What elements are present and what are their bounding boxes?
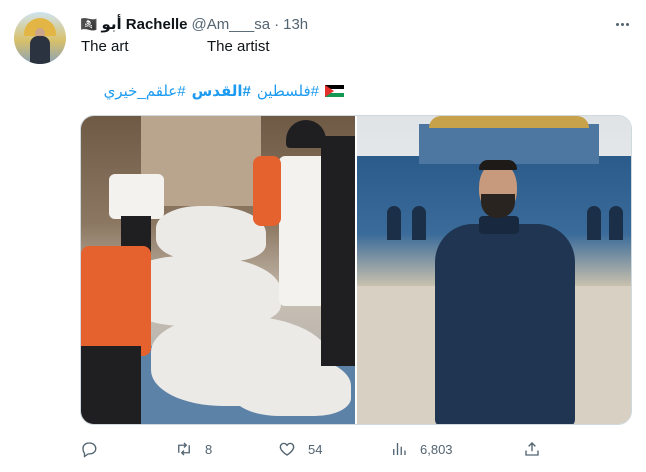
reply-button[interactable]	[80, 440, 110, 458]
action-bar: 8 54 6,803	[0, 440, 646, 462]
tweet-text-artist: The artist	[207, 38, 270, 55]
more-options-icon[interactable]	[612, 14, 632, 34]
views-icon	[393, 443, 406, 455]
media-grid	[80, 115, 632, 425]
timestamp[interactable]: 13h	[283, 16, 308, 33]
heart-icon	[279, 442, 295, 456]
hashtag-line: #فلسطين #القدس #علقم_خيري	[80, 80, 344, 102]
display-name[interactable]: أبو Rachelle	[101, 15, 187, 33]
share-button[interactable]	[523, 440, 553, 458]
avatar[interactable]	[14, 12, 66, 64]
palestine-flag-icon	[325, 84, 344, 98]
views-button[interactable]: 6,803	[390, 440, 453, 458]
reply-icon	[82, 442, 97, 458]
hashtag-alqam-khairi[interactable]: #علقم_خيري	[104, 82, 186, 100]
skull-crossbones-icon: 🏴‍☠️	[80, 15, 98, 32]
dot-separator: ·	[274, 15, 280, 33]
like-button[interactable]: 54	[278, 440, 322, 458]
retweet-button[interactable]: 8	[175, 440, 212, 458]
media-image-left[interactable]	[81, 116, 355, 424]
hashtag-palestine[interactable]: #فلسطين	[257, 82, 319, 100]
media-image-right[interactable]	[357, 116, 631, 424]
tweet-header: 🏴‍☠️ أبو Rachelle @Am___sa · 13h	[80, 14, 308, 34]
hashtag-quds[interactable]: #القدس	[192, 82, 251, 100]
like-count: 54	[308, 441, 323, 457]
share-icon	[525, 442, 539, 456]
tweet-text-art: The art	[81, 38, 129, 55]
avatar-person	[30, 36, 50, 64]
views-count: 6,803	[420, 441, 453, 457]
retweet-icon	[178, 442, 190, 456]
tweet[interactable]: 🏴‍☠️ أبو Rachelle @Am___sa · 13h The art…	[0, 0, 646, 472]
retweet-count: 8	[205, 441, 213, 457]
user-handle[interactable]: @Am___sa	[192, 16, 271, 33]
